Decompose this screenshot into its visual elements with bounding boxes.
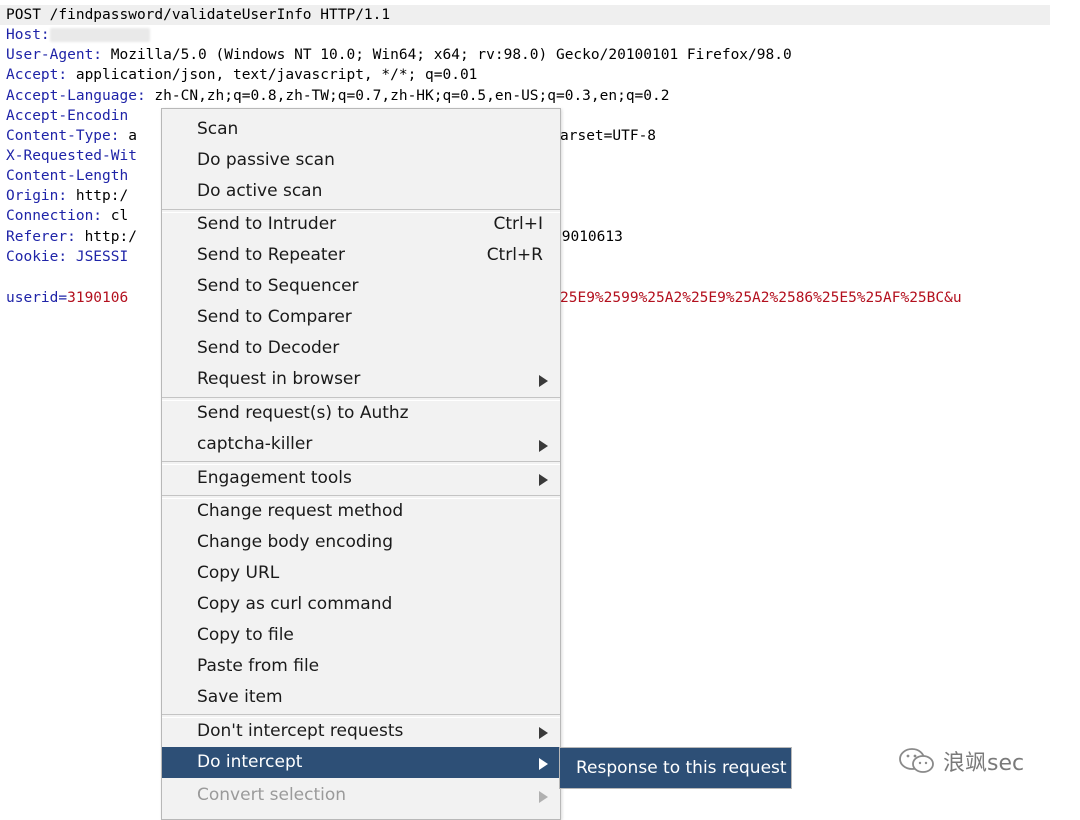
header-content-type: Content-Type: a (6, 126, 137, 146)
menu-item-do-intercept[interactable]: Do intercept (162, 747, 560, 778)
menu-item-label: Copy as curl command (197, 594, 393, 614)
menu-item-label: Send to Comparer (197, 307, 352, 327)
menu-item-label: Do intercept (197, 752, 303, 772)
header-content-length: Content-Length (6, 166, 128, 186)
menu-item-label: Send to Decoder (197, 338, 340, 358)
header-key: Origin: (6, 188, 68, 204)
header-origin: Origin: http:/ (6, 186, 128, 206)
header-host: Host: (6, 25, 150, 45)
menu-item-scan[interactable]: Scan (162, 114, 560, 145)
menu-item-label: Send to Sequencer (197, 276, 359, 296)
header-accept-encoding: Accept-Encodin (6, 106, 128, 126)
menu-item-engagement-tools[interactable]: Engagement tools (162, 463, 560, 494)
header-value: a (119, 128, 137, 144)
submenu-arrow-icon (539, 474, 548, 486)
header-accept-language: Accept-Language: zh-CN,zh;q=0.8,zh-TW;q=… (6, 86, 669, 106)
submenu-response-to-this-request[interactable]: Response to this request (559, 747, 792, 789)
header-user-agent: User-Agent: Mozilla/5.0 (Windows NT 10.0… (6, 45, 792, 65)
header-connection: Connection: cl (6, 206, 128, 226)
header-key: User-Agent: (6, 47, 103, 63)
menu-item-label: Copy URL (197, 563, 280, 583)
submenu-arrow-icon (539, 727, 548, 739)
header-key: Cookie: (6, 249, 68, 265)
menu-item-label: Paste from file (197, 656, 320, 676)
menu-item-label: captcha-killer (197, 434, 313, 454)
header-key: Accept-Encodin (6, 108, 129, 124)
submenu-item-label: Response to this request (576, 758, 787, 778)
menu-item-label: Send request(s) to Authz (197, 403, 409, 423)
menu-item-label: Do active scan (197, 181, 323, 201)
menu-item-paste-from-file[interactable]: Paste from file (162, 651, 560, 682)
request-body: userid=3190106 (6, 288, 128, 308)
header-value: http:/ (67, 188, 129, 204)
header-value: Mozilla/5.0 (Windows NT 10.0; Win64; x64… (102, 47, 792, 63)
redacted-value (49, 28, 150, 42)
menu-item-send-to-comparer[interactable]: Send to Comparer (162, 302, 560, 333)
submenu-arrow-icon (539, 791, 548, 803)
header-key: Accept-Language: (6, 88, 146, 104)
menu-item-label: Engagement tools (197, 468, 352, 488)
request-line: POST /findpassword/validateUserInfo HTTP… (0, 5, 1050, 25)
submenu-arrow-icon (539, 375, 548, 387)
header-referer-tail: 19010613 (553, 229, 623, 245)
wechat-icon (899, 748, 934, 773)
menu-item-label: Do passive scan (197, 150, 335, 170)
body-key: userid= (6, 290, 68, 306)
menu-item-send-to-intruder[interactable]: Send to Intruder Ctrl+I (162, 209, 560, 240)
menu-item-label: Don't intercept requests (197, 721, 404, 741)
menu-item-do-passive-scan[interactable]: Do passive scan (162, 145, 560, 176)
shortcut-label: Ctrl+R (486, 245, 543, 265)
header-value: cl (102, 208, 129, 224)
header-value: zh-CN,zh;q=0.8,zh-TW;q=0.7,zh-HK;q=0.5,e… (145, 88, 670, 104)
header-key: Content-Type: (6, 128, 120, 144)
menu-item-do-active-scan[interactable]: Do active scan (162, 176, 560, 207)
menu-item-label: Change body encoding (197, 532, 393, 552)
menu-item-label: Request in browser (197, 369, 361, 389)
menu-item-change-body-encoding[interactable]: Change body encoding (162, 527, 560, 558)
header-content-type-tail: arset=UTF-8 (560, 128, 657, 144)
body-value: 3190106 (67, 290, 129, 306)
header-accept: Accept: application/json, text/javascrip… (6, 65, 477, 85)
header-key: Referer: (6, 229, 76, 245)
menu-item-dont-intercept[interactable]: Don't intercept requests (162, 716, 560, 747)
menu-item-send-to-sequencer[interactable]: Send to Sequencer (162, 271, 560, 302)
header-key: Host: (6, 27, 50, 43)
header-value: application/json, text/javascript, */*; … (67, 67, 478, 83)
menu-item-send-to-repeater[interactable]: Send to Repeater Ctrl+R (162, 240, 560, 271)
header-cookie: Cookie: JSESSI (6, 247, 128, 267)
menu-item-convert-selection[interactable]: Convert selection (162, 780, 560, 811)
header-key: Accept: (6, 67, 68, 83)
header-referer: Referer: http:/ (6, 227, 137, 247)
menu-item-send-to-authz[interactable]: Send request(s) to Authz (162, 398, 560, 429)
menu-item-save-item[interactable]: Save item (162, 682, 560, 713)
shortcut-label: Ctrl+I (493, 214, 543, 234)
menu-item-label: Send to Intruder (197, 214, 337, 234)
menu-item-copy-as-curl[interactable]: Copy as curl command (162, 589, 560, 620)
menu-item-copy-url[interactable]: Copy URL (162, 558, 560, 589)
context-menu: Scan Do passive scan Do active scan Send… (161, 108, 561, 820)
menu-item-label: Change request method (197, 501, 404, 521)
watermark: 浪飒sec (897, 744, 1024, 778)
menu-item-label: Save item (197, 687, 283, 707)
menu-item-label: Scan (197, 119, 239, 139)
menu-item-label: Send to Repeater (197, 245, 345, 265)
menu-item-captcha-killer[interactable]: captcha-killer (162, 429, 560, 460)
header-x-requested-with: X-Requested-Wit (6, 146, 137, 166)
header-key: Content-Length (6, 168, 129, 184)
watermark-text: 浪飒sec (943, 751, 1025, 776)
menu-item-change-request-method[interactable]: Change request method (162, 496, 560, 527)
header-value: JSESSI (67, 249, 129, 265)
header-value: http:/ (75, 229, 137, 245)
submenu-arrow-icon (539, 440, 548, 452)
request-body-tail: 25E9%2599%25A2%25E9%25A2%2586%25E5%25AF%… (560, 290, 962, 306)
menu-item-copy-to-file[interactable]: Copy to file (162, 620, 560, 651)
header-key: Connection: (6, 208, 103, 224)
header-key: X-Requested-Wit (6, 148, 137, 164)
menu-item-request-in-browser[interactable]: Request in browser (162, 364, 560, 395)
menu-item-send-to-decoder[interactable]: Send to Decoder (162, 333, 560, 364)
submenu-arrow-icon (539, 758, 548, 770)
menu-item-label: Convert selection (197, 785, 347, 805)
menu-item-label: Copy to file (197, 625, 294, 645)
